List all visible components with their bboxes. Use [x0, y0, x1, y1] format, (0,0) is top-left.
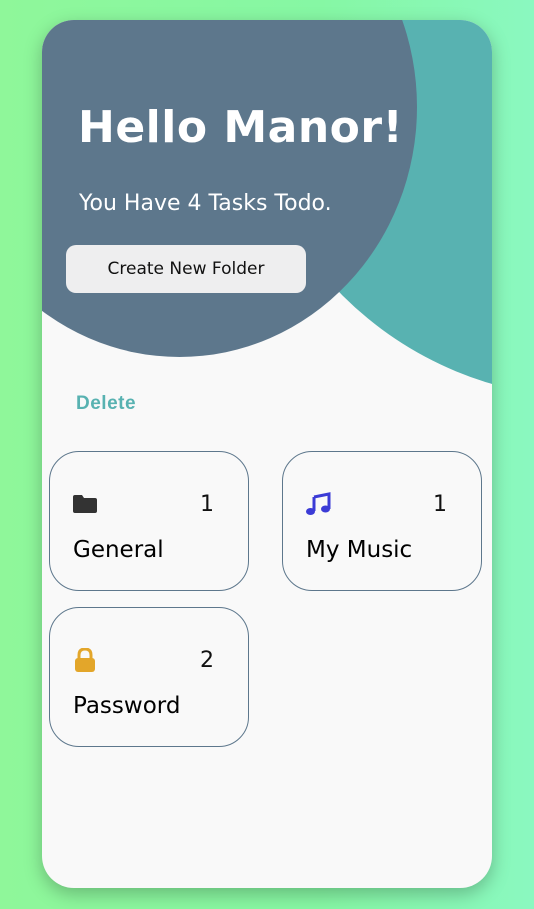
music-note-icon: [306, 492, 331, 515]
delete-link[interactable]: Delete: [76, 393, 136, 415]
folder-card-my-music[interactable]: 1 My Music: [282, 451, 482, 591]
folder-task-count: 1: [200, 492, 214, 517]
app-screen: Hello Manor! You Have 4 Tasks Todo. Crea…: [42, 20, 492, 888]
folder-name: Password: [73, 693, 181, 719]
folder-card-password[interactable]: 2 Password: [49, 607, 249, 747]
task-summary-text: You Have 4 Tasks Todo.: [79, 191, 332, 216]
folder-card-general[interactable]: 1 General: [49, 451, 249, 591]
greeting-title: Hello Manor!: [78, 102, 404, 153]
folder-name: My Music: [306, 537, 413, 563]
folder-task-count: 1: [433, 492, 447, 517]
folder-task-count: 2: [200, 648, 214, 673]
folder-name: General: [73, 537, 164, 563]
lock-icon: [75, 648, 95, 672]
folder-icon: [73, 495, 97, 513]
create-new-folder-button[interactable]: Create New Folder: [66, 245, 306, 293]
